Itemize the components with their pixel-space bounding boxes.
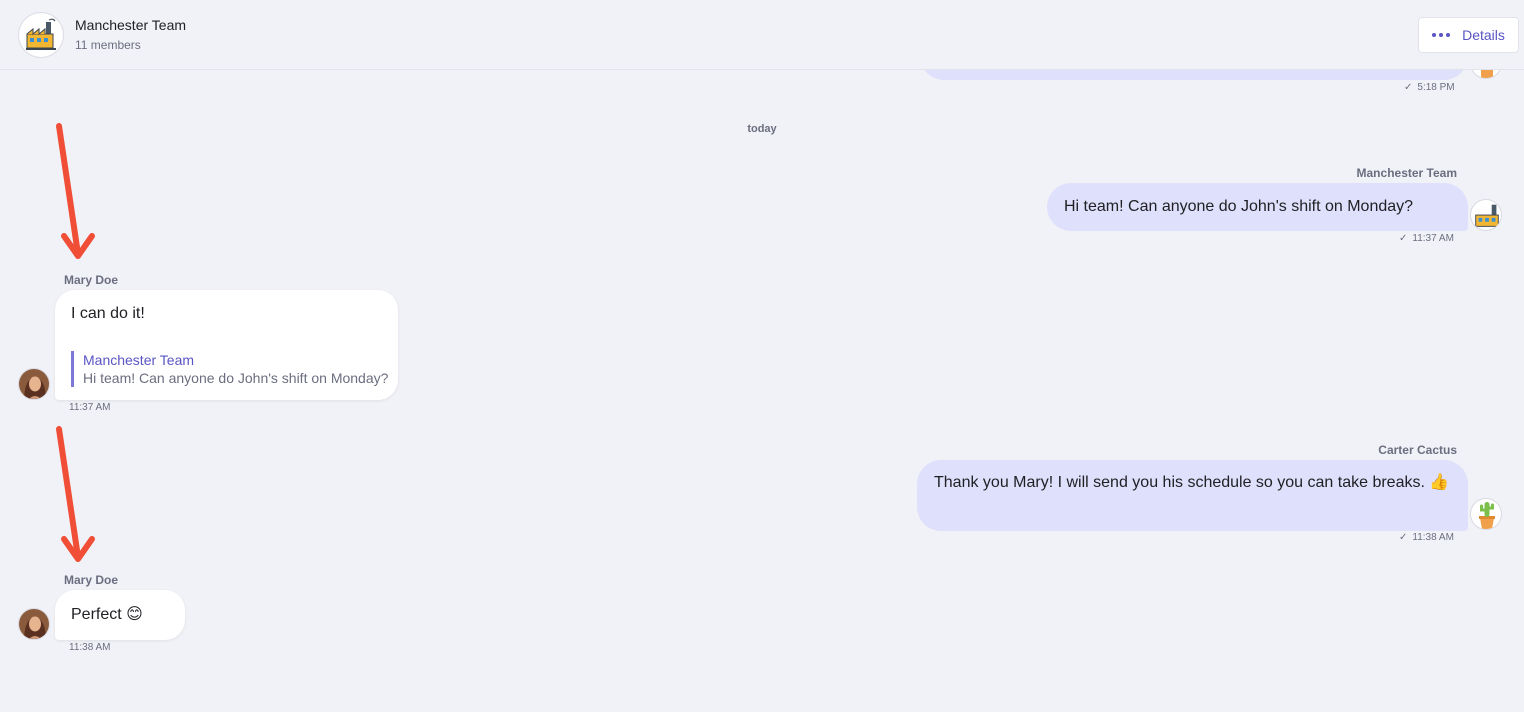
message-meta: ✓ 11:38 AM bbox=[1399, 532, 1454, 543]
group-avatar[interactable] bbox=[18, 12, 64, 58]
message-sender: Mary Doe bbox=[64, 573, 119, 587]
message-bubble[interactable]: I can do it! Manchester Team Hi team! Ca… bbox=[55, 290, 398, 400]
quote-author: Manchester Team bbox=[83, 352, 195, 368]
message-text: Perfect 😊 bbox=[71, 606, 143, 623]
chat-title: Manchester Team bbox=[75, 17, 187, 33]
message-sender: Carter Cactus bbox=[1378, 443, 1457, 457]
sender-avatar bbox=[1470, 498, 1502, 530]
checkmark-icon: ✓ bbox=[1404, 82, 1413, 93]
day-separator: today bbox=[747, 123, 777, 135]
sender-avatar bbox=[18, 608, 50, 640]
message-text: I can do it! bbox=[71, 305, 145, 322]
message-time: 11:38 AM bbox=[1412, 532, 1454, 543]
chat-page: ✓ 5:18 PM Manchester Team 11 members Det… bbox=[0, 0, 1524, 712]
message-text: Thank you Mary! I will send you his sche… bbox=[934, 474, 1450, 491]
woman-avatar bbox=[19, 369, 49, 399]
factory-icon bbox=[26, 18, 56, 50]
cactus-icon bbox=[1479, 502, 1495, 529]
factory-icon bbox=[1475, 204, 1499, 227]
annotation-arrow bbox=[56, 123, 95, 259]
details-button[interactable]: Details bbox=[1418, 17, 1519, 53]
message-time: 5:18 PM bbox=[1417, 82, 1455, 93]
chat-header: Manchester Team 11 members Details bbox=[0, 0, 1524, 70]
message-meta: ✓ 11:37 AM bbox=[1399, 233, 1454, 244]
message-time: 11:37 AM bbox=[69, 402, 111, 413]
message-time: 11:37 AM bbox=[1412, 233, 1454, 244]
checkmark-icon: ✓ bbox=[1399, 532, 1408, 543]
message-bubble[interactable]: Thank you Mary! I will send you his sche… bbox=[917, 460, 1468, 531]
more-dots-icon bbox=[1432, 33, 1451, 37]
message-text: Hi team! Can anyone do John's shift on M… bbox=[1064, 198, 1414, 215]
sender-avatar bbox=[18, 368, 50, 400]
message-sender: Manchester Team bbox=[1356, 166, 1457, 180]
sender-avatar bbox=[1470, 199, 1502, 231]
previous-message-meta: ✓ 5:18 PM bbox=[1404, 82, 1455, 93]
quote-text: Hi team! Can anyone do John's shift on M… bbox=[83, 370, 389, 386]
message-meta: 11:38 AM bbox=[69, 642, 111, 653]
message-bubble[interactable]: Perfect 😊 bbox=[55, 590, 185, 640]
reply-quote[interactable]: Manchester Team Hi team! Can anyone do J… bbox=[71, 351, 388, 387]
checkmark-icon: ✓ bbox=[1399, 233, 1408, 244]
member-count: 11 members bbox=[75, 38, 141, 52]
message-meta: 11:37 AM bbox=[69, 402, 111, 413]
message-sender: Mary Doe bbox=[64, 273, 119, 287]
annotation-arrow bbox=[56, 426, 95, 562]
details-label: Details bbox=[1462, 27, 1505, 43]
message-bubble[interactable]: Hi team! Can anyone do John's shift on M… bbox=[1047, 183, 1468, 231]
message-time: 11:38 AM bbox=[69, 642, 111, 653]
woman-avatar bbox=[19, 609, 49, 639]
